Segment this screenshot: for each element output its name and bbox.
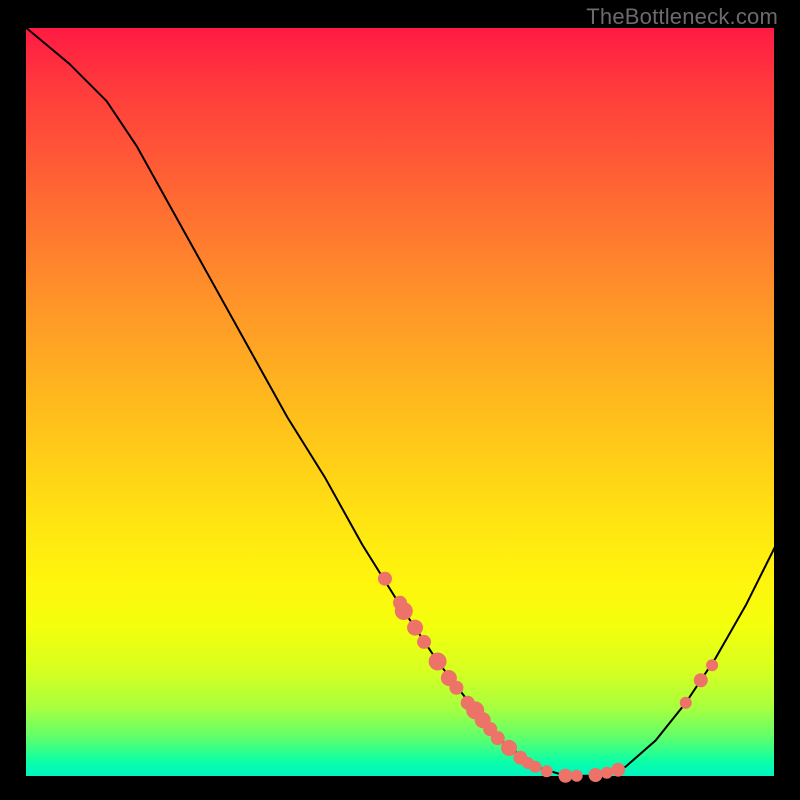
bottleneck-curve (24, 26, 776, 776)
data-point (529, 761, 541, 773)
data-point (449, 681, 463, 695)
data-point (407, 620, 423, 636)
data-point (491, 731, 505, 745)
data-point (589, 768, 603, 782)
data-point (429, 652, 447, 670)
chart-stage: TheBottleneck.com (0, 0, 800, 800)
data-point (378, 572, 392, 586)
data-point (501, 740, 517, 756)
data-point (680, 697, 692, 709)
data-point (571, 770, 583, 782)
data-point (611, 763, 625, 777)
chart-svg (0, 0, 800, 800)
data-point (706, 659, 718, 671)
data-point (601, 767, 613, 779)
data-point (694, 673, 708, 687)
data-point (558, 769, 572, 783)
data-point (541, 765, 553, 777)
data-point (395, 602, 413, 620)
data-point (417, 635, 431, 649)
